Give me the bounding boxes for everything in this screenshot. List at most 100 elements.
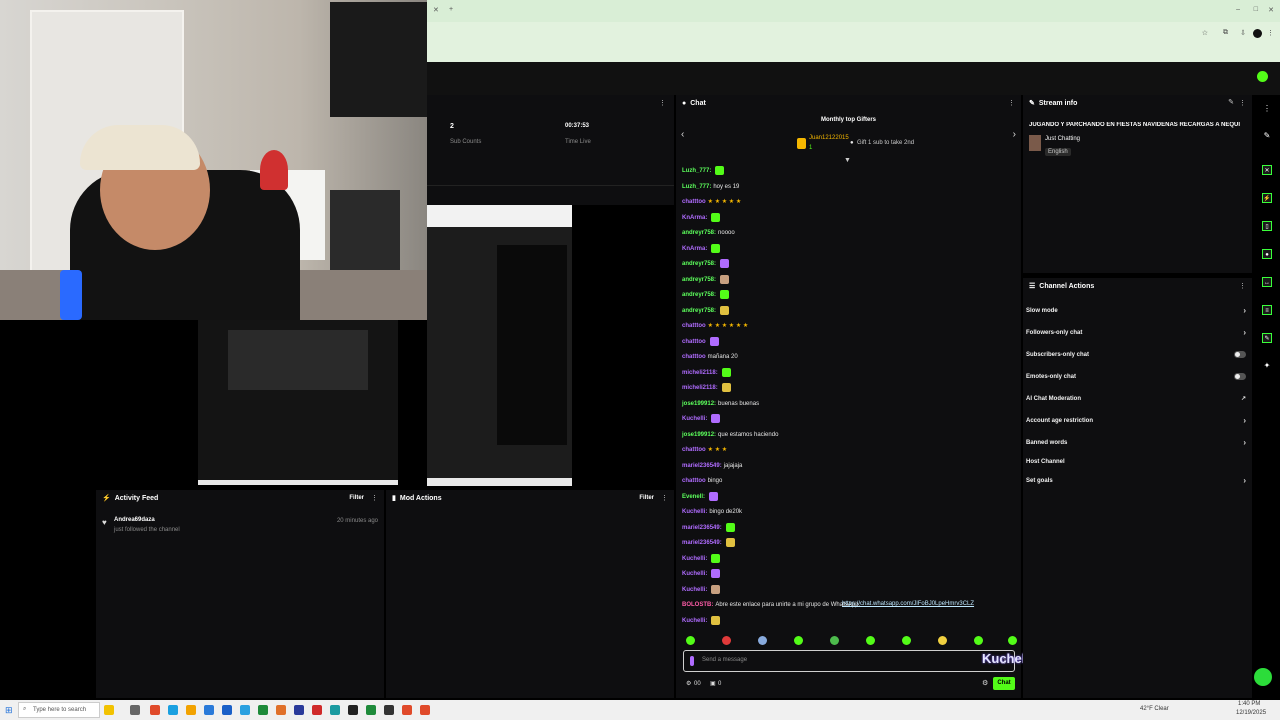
browser-menu-icon[interactable]: ⋮	[1267, 29, 1274, 37]
chat-username[interactable]: chatttoo	[682, 323, 706, 329]
action-emotes-only[interactable]: Emotes-only chat	[1026, 370, 1252, 384]
minimize-icon[interactable]: –	[1236, 6, 1240, 13]
chat-menu-icon[interactable]: ⋮	[1008, 99, 1015, 107]
action-account-age[interactable]: Account age restriction ›	[1026, 414, 1252, 428]
chat-username[interactable]: jose199912:	[682, 401, 716, 407]
mod-menu-icon[interactable]: ⋮	[661, 494, 668, 502]
category-name[interactable]: Just Chatting	[1045, 136, 1080, 142]
menu-dots-icon[interactable]: ⋮	[1262, 104, 1272, 114]
action-banned-words[interactable]: Banned words ›	[1026, 436, 1252, 450]
action-followers-only[interactable]: Followers-only chat ›	[1026, 326, 1252, 340]
emote-icon[interactable]	[758, 636, 767, 645]
taskbar-search-box[interactable]: ⌕ Type here to search	[18, 702, 100, 718]
action-ai-moderation[interactable]: AI Chat Moderation ↗	[1026, 392, 1252, 406]
chat-username[interactable]: chatttoo	[682, 199, 706, 205]
emote-icon[interactable]	[902, 636, 911, 645]
emote-icon[interactable]	[866, 636, 875, 645]
pencil-icon[interactable]: ✎	[1262, 131, 1272, 141]
chat-settings-icon[interactable]: ⚙	[982, 679, 988, 687]
extensions-icon[interactable]: ⧉	[1223, 29, 1228, 37]
taskbar-app-icon[interactable]	[384, 705, 394, 715]
top-gifter-name[interactable]: Juan12122015	[809, 135, 849, 141]
windows-start-icon[interactable]: ⊞	[5, 705, 13, 716]
chat-username[interactable]: Luzh_777:	[682, 184, 711, 190]
taskbar-app-icon[interactable]	[168, 705, 178, 715]
taskbar-app-icon[interactable]	[240, 705, 250, 715]
gift-icon[interactable]: ▣	[710, 680, 716, 687]
chevron-left-icon[interactable]: ‹	[681, 129, 684, 140]
edit-pencil-icon[interactable]: ✎	[1228, 98, 1234, 106]
chat-username[interactable]: Luzh_777:	[682, 168, 711, 174]
close-square-icon[interactable]: ✕	[1262, 165, 1272, 175]
emote-icon[interactable]	[794, 636, 803, 645]
whatsapp-float-icon[interactable]	[1254, 668, 1272, 686]
activity-filter-button[interactable]: Filter	[349, 495, 364, 501]
pinned-arrow-icon[interactable]: ▼	[844, 157, 851, 164]
chat-username[interactable]: chatttoo	[682, 478, 706, 484]
close-tab-icon[interactable]: ✕	[433, 6, 439, 14]
chat-username[interactable]: micheli2118:	[682, 385, 718, 391]
emote-icon[interactable]	[830, 636, 839, 645]
chat-username[interactable]: Kuchelli:	[682, 556, 707, 562]
channel-actions-menu-icon[interactable]: ⋮	[1239, 282, 1246, 290]
chat-username[interactable]: chatttoo	[682, 339, 706, 345]
record-icon[interactable]: ●	[1262, 249, 1272, 259]
chat-username[interactable]: andreyr758:	[682, 230, 716, 236]
send-chat-button[interactable]: Chat	[993, 677, 1015, 690]
chat-username[interactable]: andreyr758:	[682, 308, 716, 314]
stats-menu-icon[interactable]: ⋮	[659, 99, 666, 107]
category-thumbnail[interactable]	[1029, 135, 1041, 151]
whatsapp-link[interactable]: https://chat.whatsapp.com/JlFoBJ0LpeHmrv…	[842, 601, 974, 607]
phone-icon[interactable]: ▯	[1262, 221, 1272, 231]
action-slow-mode[interactable]: Slow mode ›	[1026, 304, 1252, 318]
chat-username[interactable]: andreyr758:	[682, 261, 716, 267]
chat-username[interactable]: Kuchelli:	[682, 416, 707, 422]
downloads-icon[interactable]: ⇩	[1240, 29, 1246, 37]
taskbar-app-icon[interactable]	[402, 705, 412, 715]
emote-icon[interactable]	[722, 636, 731, 645]
action-host-channel[interactable]: Host Channel	[1026, 455, 1252, 469]
window-close-icon[interactable]: ✕	[1268, 6, 1274, 14]
taskbar-app-icon[interactable]	[204, 705, 214, 715]
action-subscribers-only[interactable]: Subscribers-only chat	[1026, 348, 1252, 362]
taskbar-app-icon[interactable]	[104, 705, 114, 715]
chat-username[interactable]: chatttoo	[682, 354, 706, 360]
chat-username[interactable]: chatttoo	[682, 447, 706, 453]
chat-username[interactable]: mariel236549:	[682, 525, 722, 531]
task-view-icon[interactable]	[130, 705, 140, 715]
taskbar-app-icon[interactable]	[222, 705, 232, 715]
taskbar-app-icon[interactable]	[312, 705, 322, 715]
taskbar-app-icon[interactable]	[330, 705, 340, 715]
subscribers-only-toggle[interactable]	[1234, 351, 1246, 358]
profile-avatar-icon[interactable]	[1253, 29, 1262, 38]
mod-filter-button[interactable]: Filter	[639, 495, 654, 501]
chat-input[interactable]: Send a message ☺	[683, 650, 1015, 672]
chat-username[interactable]: BOLOSTB:	[682, 602, 713, 608]
taskbar-app-icon[interactable]	[276, 705, 286, 715]
points-icon[interactable]: ⚙	[686, 680, 691, 687]
chat-username[interactable]: Kuchelli:	[682, 618, 707, 624]
sparkle-icon[interactable]: ✦	[1262, 361, 1272, 371]
layers-icon[interactable]: ≡	[1262, 305, 1272, 315]
lightning-icon[interactable]: ⚡	[1262, 193, 1272, 203]
action-set-goals[interactable]: Set goals ›	[1026, 474, 1252, 488]
emote-icon[interactable]	[1008, 636, 1017, 645]
taskbar-app-icon[interactable]	[258, 705, 268, 715]
chat-username[interactable]: Evenell:	[682, 494, 705, 500]
chevron-right-icon[interactable]: ›	[1013, 129, 1016, 140]
chat-username[interactable]: andreyr758:	[682, 277, 716, 283]
chat-username[interactable]: KnArma:	[682, 215, 707, 221]
taskbar-app-icon[interactable]	[150, 705, 160, 715]
maximize-icon[interactable]: □	[1254, 6, 1258, 13]
activity-user[interactable]: Andrea69daza	[114, 517, 155, 523]
taskbar-app-icon[interactable]	[294, 705, 304, 715]
arrows-icon[interactable]: ↔	[1262, 277, 1272, 287]
chat-username[interactable]: mariel236549:	[682, 540, 722, 546]
chat-username[interactable]: Kuchelli:	[682, 587, 707, 593]
bookmark-star-icon[interactable]: ☆	[1202, 29, 1208, 37]
chat-username[interactable]: jose199912:	[682, 432, 716, 438]
chat-username[interactable]: mariel236549:	[682, 463, 722, 469]
user-avatar-icon[interactable]	[1257, 71, 1268, 82]
stream-info-menu-icon[interactable]: ⋮	[1239, 99, 1246, 107]
chat-username[interactable]: KnArma:	[682, 246, 707, 252]
